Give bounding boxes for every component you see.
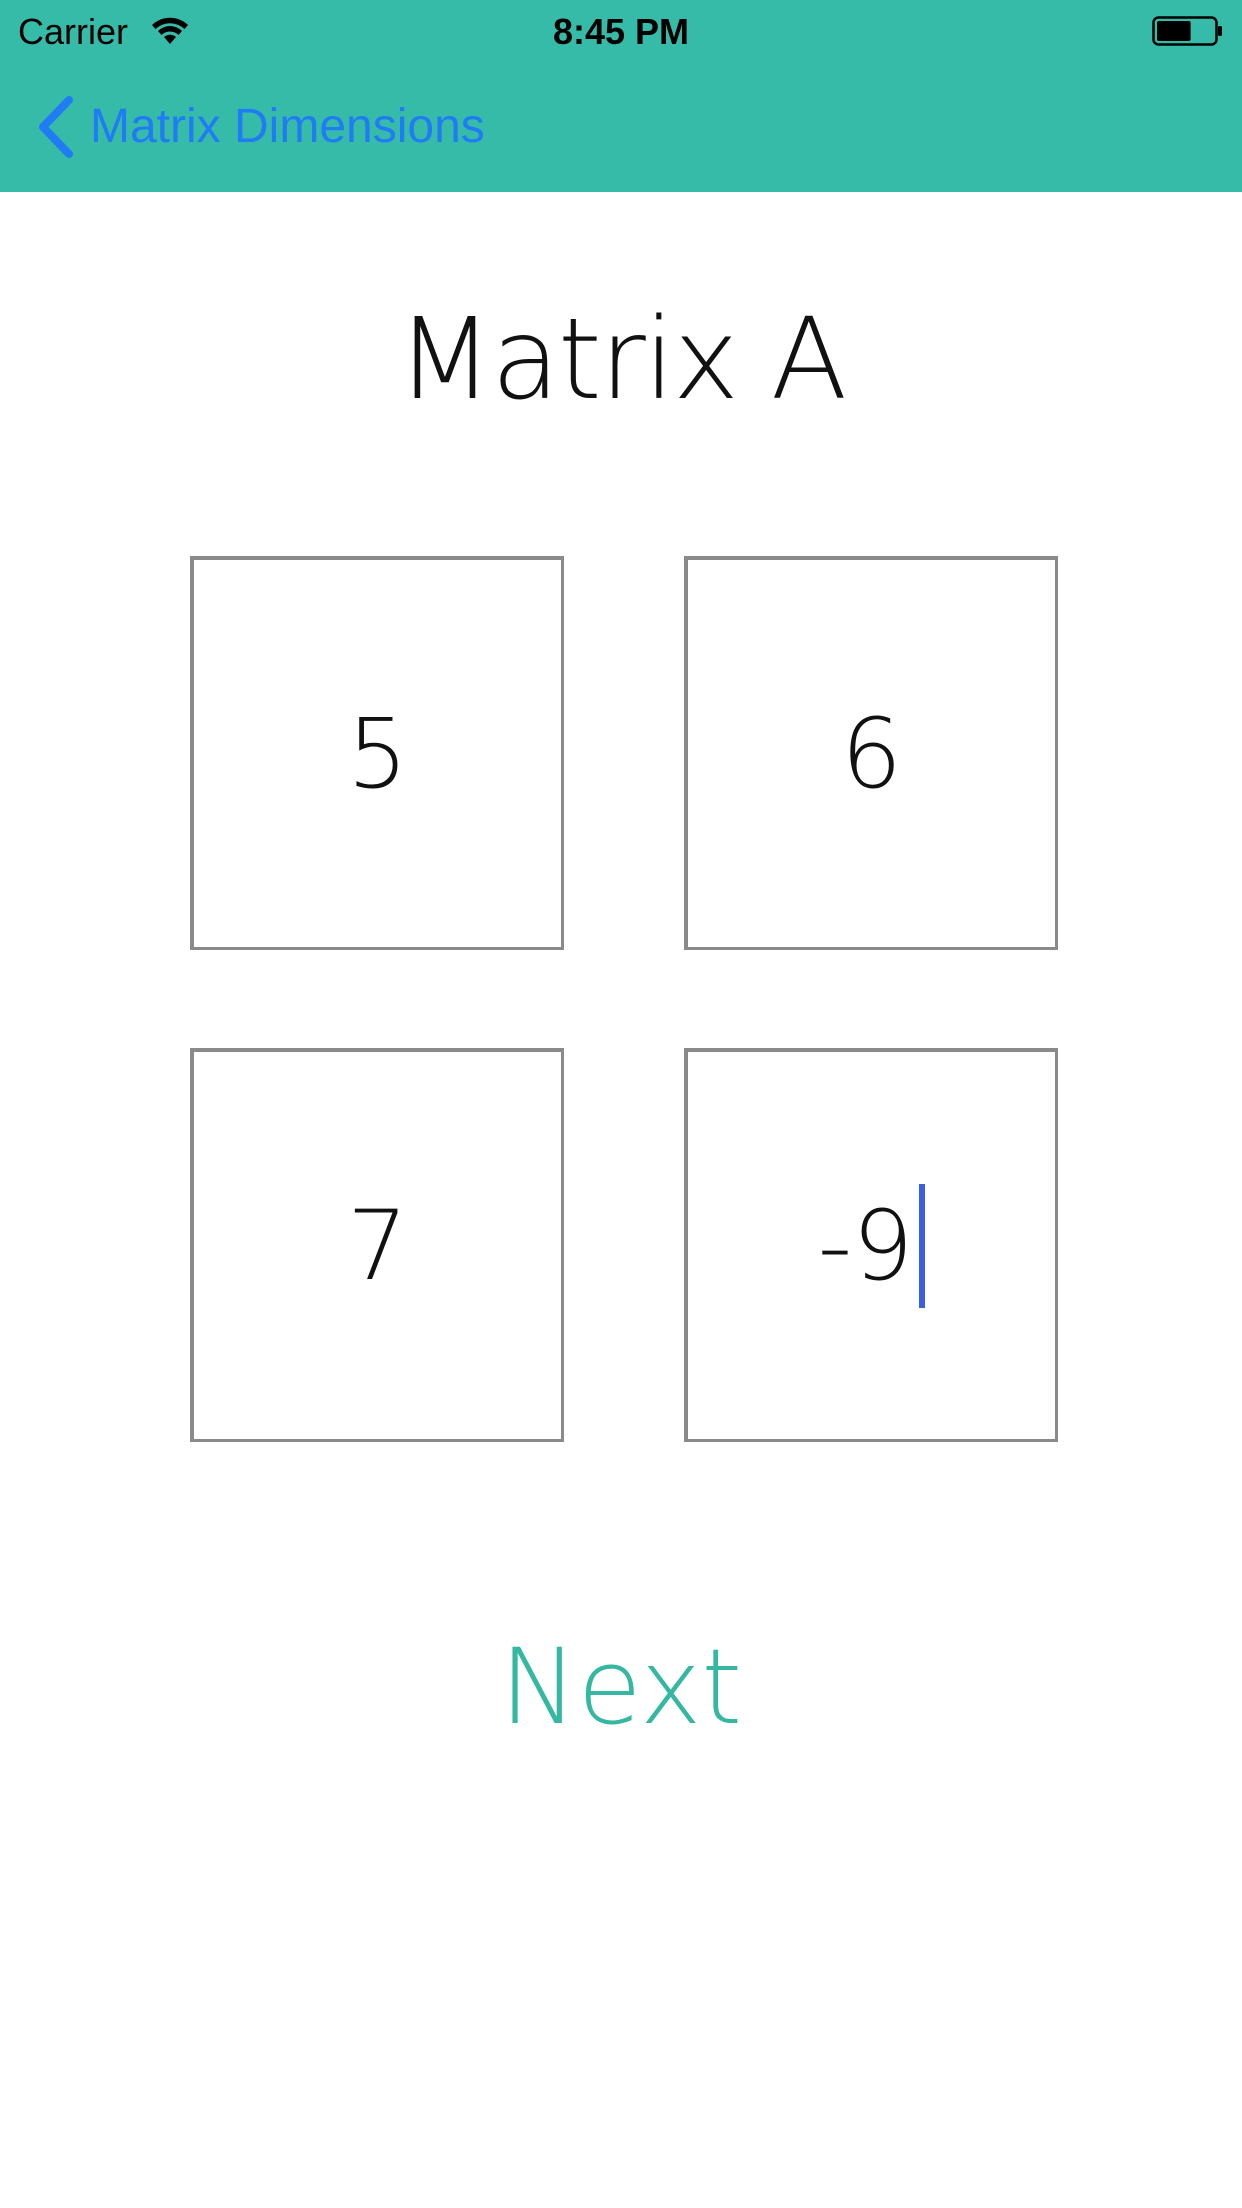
- screen: Carrier 8:45 PM Matrix Dimensions Matrix…: [0, 0, 1242, 2208]
- matrix-cell-value-wrap: -9: [817, 1183, 926, 1308]
- matrix-cell-r2c1[interactable]: 7: [190, 1048, 564, 1442]
- matrix-cell-value: -9: [817, 1189, 914, 1302]
- matrix-cell-value: 6: [840, 697, 903, 810]
- matrix-cell-r1c1[interactable]: 5: [190, 556, 564, 950]
- chevron-left-icon: [39, 96, 73, 158]
- clock: 8:45 PM: [552, 11, 690, 52]
- matrix-cell-value: 7: [346, 1189, 409, 1302]
- back-button[interactable]: Matrix Dimensions: [36, 94, 485, 160]
- matrix-cell-r2c2[interactable]: -9: [684, 1048, 1058, 1442]
- back-button-label: Matrix Dimensions: [90, 100, 485, 153]
- text-cursor: [919, 1183, 926, 1308]
- page-title: Matrix A: [396, 295, 848, 425]
- matrix-cell-r1c2[interactable]: 6: [684, 556, 1058, 950]
- top-bar: Carrier 8:45 PM Matrix Dimensions: [0, 0, 1242, 192]
- matrix-cell-value: 5: [346, 697, 409, 810]
- next-button[interactable]: Next: [0, 1622, 1242, 1752]
- battery-icon: [1152, 16, 1222, 46]
